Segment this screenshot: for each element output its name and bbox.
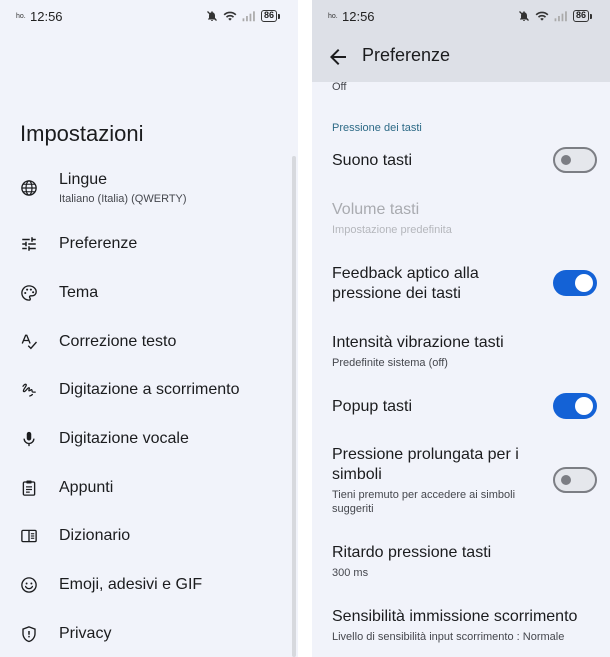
emoji-icon bbox=[19, 575, 39, 595]
menu-label: Tema bbox=[59, 284, 99, 301]
menu-label: Correzione testo bbox=[59, 333, 177, 350]
menu-label: Privacy bbox=[59, 625, 112, 642]
pref-title: Pressione prolungata per i simboli bbox=[332, 446, 519, 483]
menu-item-emoji[interactable]: Emoji, adesivi e GIF bbox=[0, 563, 298, 607]
spellcheck-icon bbox=[19, 332, 39, 352]
app-bar: Preferenze bbox=[312, 32, 610, 82]
status-time: 12:56 bbox=[342, 9, 375, 24]
tune-icon bbox=[19, 234, 39, 254]
pref-subtitle: 300 ms bbox=[332, 567, 369, 579]
pref-subtitle: Predefinite sistema (off) bbox=[332, 357, 448, 369]
page-title: Preferenze bbox=[362, 45, 451, 65]
menu-item-digitazione-scorrimento[interactable]: Digitazione a scorrimento bbox=[0, 368, 298, 412]
wifi-icon bbox=[535, 11, 549, 21]
toggle-feedback-aptico[interactable] bbox=[553, 270, 597, 296]
scrollbar[interactable] bbox=[292, 156, 296, 657]
pref-title: Feedback aptico alla pressione dei tasti bbox=[332, 265, 479, 302]
pref-popup-tasti[interactable]: Popup tasti bbox=[332, 397, 542, 417]
pref-suono-tasti[interactable]: Suono tasti bbox=[332, 151, 542, 171]
settings-screen: ho. 12:56 86 Impostazioni Lingue Italian… bbox=[0, 0, 298, 657]
carrier-label: ho. bbox=[328, 13, 338, 20]
section-header: Pressione dei tasti bbox=[332, 122, 422, 134]
toggle-suono-tasti[interactable] bbox=[553, 147, 597, 173]
menu-item-preferenze[interactable]: Preferenze bbox=[0, 222, 298, 266]
pref-title: Sensibilità immissione scorrimento bbox=[332, 608, 578, 625]
pref-title: Ritardo pressione tasti bbox=[332, 544, 492, 561]
status-bar: ho. 12:56 86 bbox=[0, 0, 298, 32]
menu-label: Emoji, adesivi e GIF bbox=[59, 576, 203, 593]
gesture-icon bbox=[19, 380, 39, 400]
carrier-label: ho. bbox=[16, 13, 26, 20]
pref-title: Intensità vibrazione tasti bbox=[332, 334, 504, 351]
pref-ritardo-pressione[interactable]: Ritardo pressione tasti 300 ms bbox=[332, 543, 602, 580]
bell-off-icon bbox=[207, 11, 217, 21]
menu-item-dizionario[interactable]: Dizionario bbox=[0, 514, 298, 558]
pref-subtitle: Livello di sensibilità input scorrimento… bbox=[332, 631, 565, 643]
pref-subtitle: Tieni premuto per accedere ai simboli su… bbox=[332, 489, 516, 515]
status-time: 12:56 bbox=[30, 9, 63, 24]
back-arrow-icon[interactable] bbox=[326, 45, 350, 69]
pref-title: Volume tasti bbox=[332, 201, 420, 218]
pref-title: Suono tasti bbox=[332, 152, 413, 169]
bell-off-icon bbox=[519, 11, 529, 21]
menu-label: Preferenze bbox=[59, 235, 138, 252]
menu-item-tema[interactable]: Tema bbox=[0, 271, 298, 315]
pref-sensibilita-scorrimento[interactable]: Sensibilità immissione scorrimento Livel… bbox=[332, 607, 607, 644]
toggle-popup-tasti[interactable] bbox=[553, 393, 597, 419]
clipboard-icon bbox=[19, 478, 39, 498]
palette-icon bbox=[19, 283, 39, 303]
menu-item-correzione-testo[interactable]: Correzione testo bbox=[0, 320, 298, 364]
pref-title: Popup tasti bbox=[332, 398, 413, 415]
pref-volume-tasti: Volume tasti Impostazione predefinita bbox=[332, 200, 542, 237]
menu-item-lingue[interactable]: Lingue Italiano (Italia) (QWERTY) bbox=[0, 166, 298, 210]
wifi-icon bbox=[223, 11, 237, 21]
status-bar: ho. 12:56 86 bbox=[312, 0, 610, 32]
book-icon bbox=[19, 526, 39, 546]
menu-label: Lingue bbox=[59, 171, 108, 188]
globe-icon bbox=[19, 178, 39, 198]
menu-label: Dizionario bbox=[59, 527, 131, 544]
toggle-pressione-prolungata[interactable] bbox=[553, 467, 597, 493]
menu-item-privacy[interactable]: Privacy bbox=[0, 612, 298, 656]
signal-icon bbox=[242, 11, 255, 22]
previous-setting-value: Off bbox=[332, 81, 347, 93]
menu-label: Digitazione a scorrimento bbox=[59, 381, 240, 398]
signal-icon bbox=[554, 11, 567, 22]
pref-pressione-prolungata[interactable]: Pressione prolungata per i simboli Tieni… bbox=[332, 445, 537, 516]
mic-icon bbox=[19, 429, 39, 449]
page-title: Impostazioni bbox=[20, 121, 144, 146]
shield-icon bbox=[19, 624, 39, 644]
pref-subtitle: Impostazione predefinita bbox=[332, 224, 452, 236]
menu-item-appunti[interactable]: Appunti bbox=[0, 466, 298, 510]
pref-intensita-vibrazione[interactable]: Intensità vibrazione tasti Predefinite s… bbox=[332, 333, 602, 370]
preferences-screen: ho. 12:56 86 Preferenze Off Pressione de… bbox=[312, 0, 610, 657]
battery-level: 86 bbox=[572, 10, 589, 22]
pref-feedback-aptico[interactable]: Feedback aptico alla pressione dei tasti bbox=[332, 264, 542, 304]
menu-item-digitazione-vocale[interactable]: Digitazione vocale bbox=[0, 417, 298, 461]
menu-sublabel: Italiano (Italia) (QWERTY) bbox=[59, 193, 187, 205]
battery-icon: 86 bbox=[572, 10, 592, 22]
menu-label: Appunti bbox=[59, 479, 114, 496]
battery-level: 86 bbox=[260, 10, 277, 22]
battery-icon: 86 bbox=[260, 10, 280, 22]
menu-label: Digitazione vocale bbox=[59, 430, 189, 447]
